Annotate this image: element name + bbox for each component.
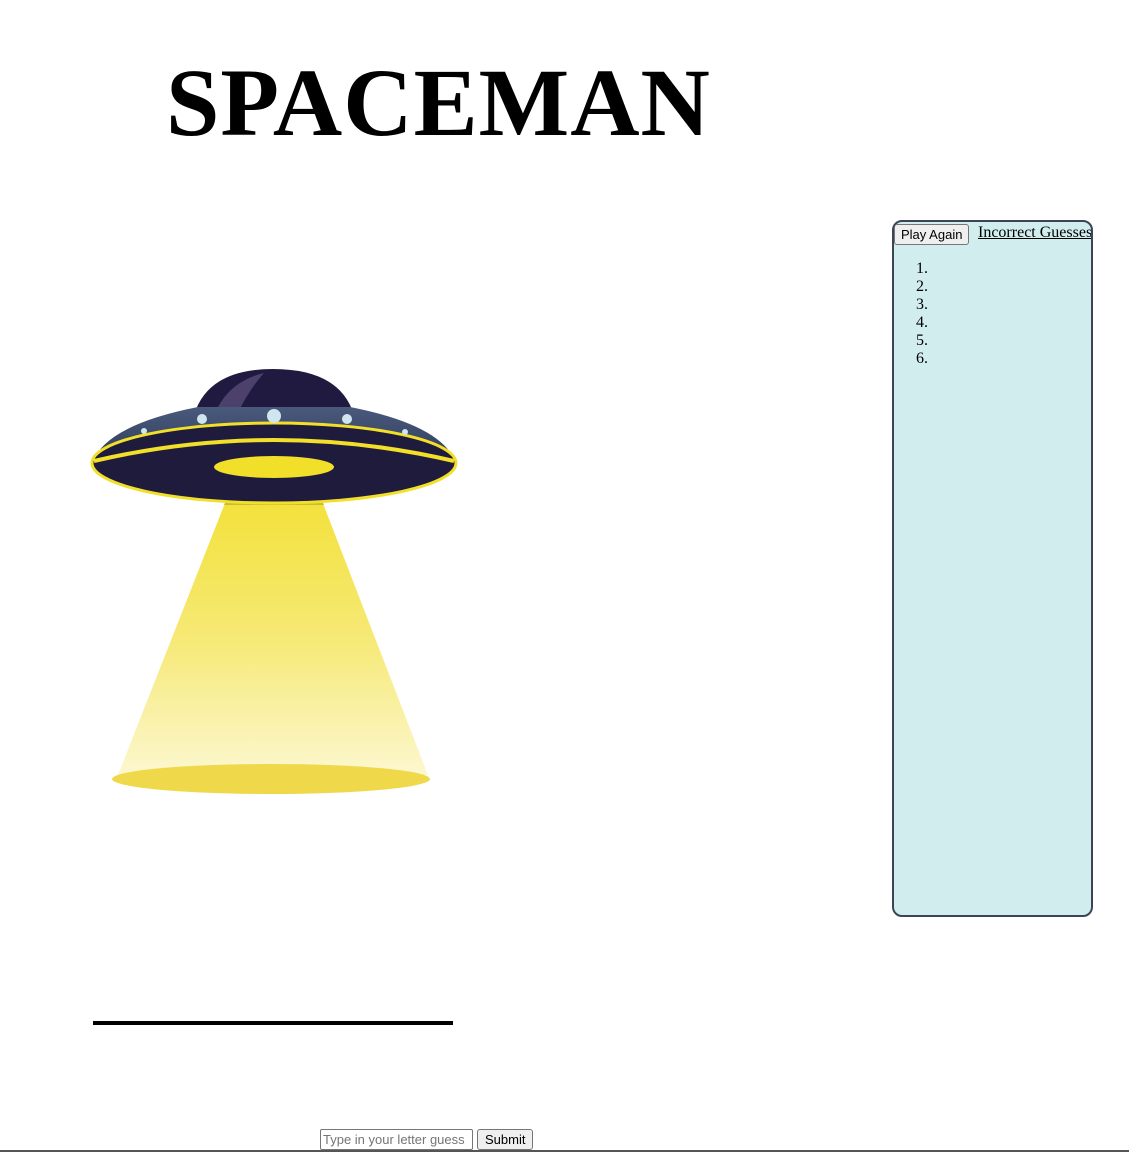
play-again-button[interactable]: Play Again [894,224,970,245]
word-blank-line [93,1021,453,1025]
incorrect-guesses-list [894,260,932,368]
ufo-beam [118,475,428,775]
ufo-beam-base [112,764,430,794]
submit-button[interactable]: Submit [477,1129,534,1150]
letter-guess-input[interactable] [320,1129,473,1150]
incorrect-guesses-title: Incorrect Guesses [978,224,1093,241]
incorrect-guesses-panel: Play Again Incorrect Guesses [892,220,1093,917]
ufo-hatch [214,456,334,478]
ufo-icon [90,369,458,794]
game-title: SPACEMAN [166,49,711,156]
